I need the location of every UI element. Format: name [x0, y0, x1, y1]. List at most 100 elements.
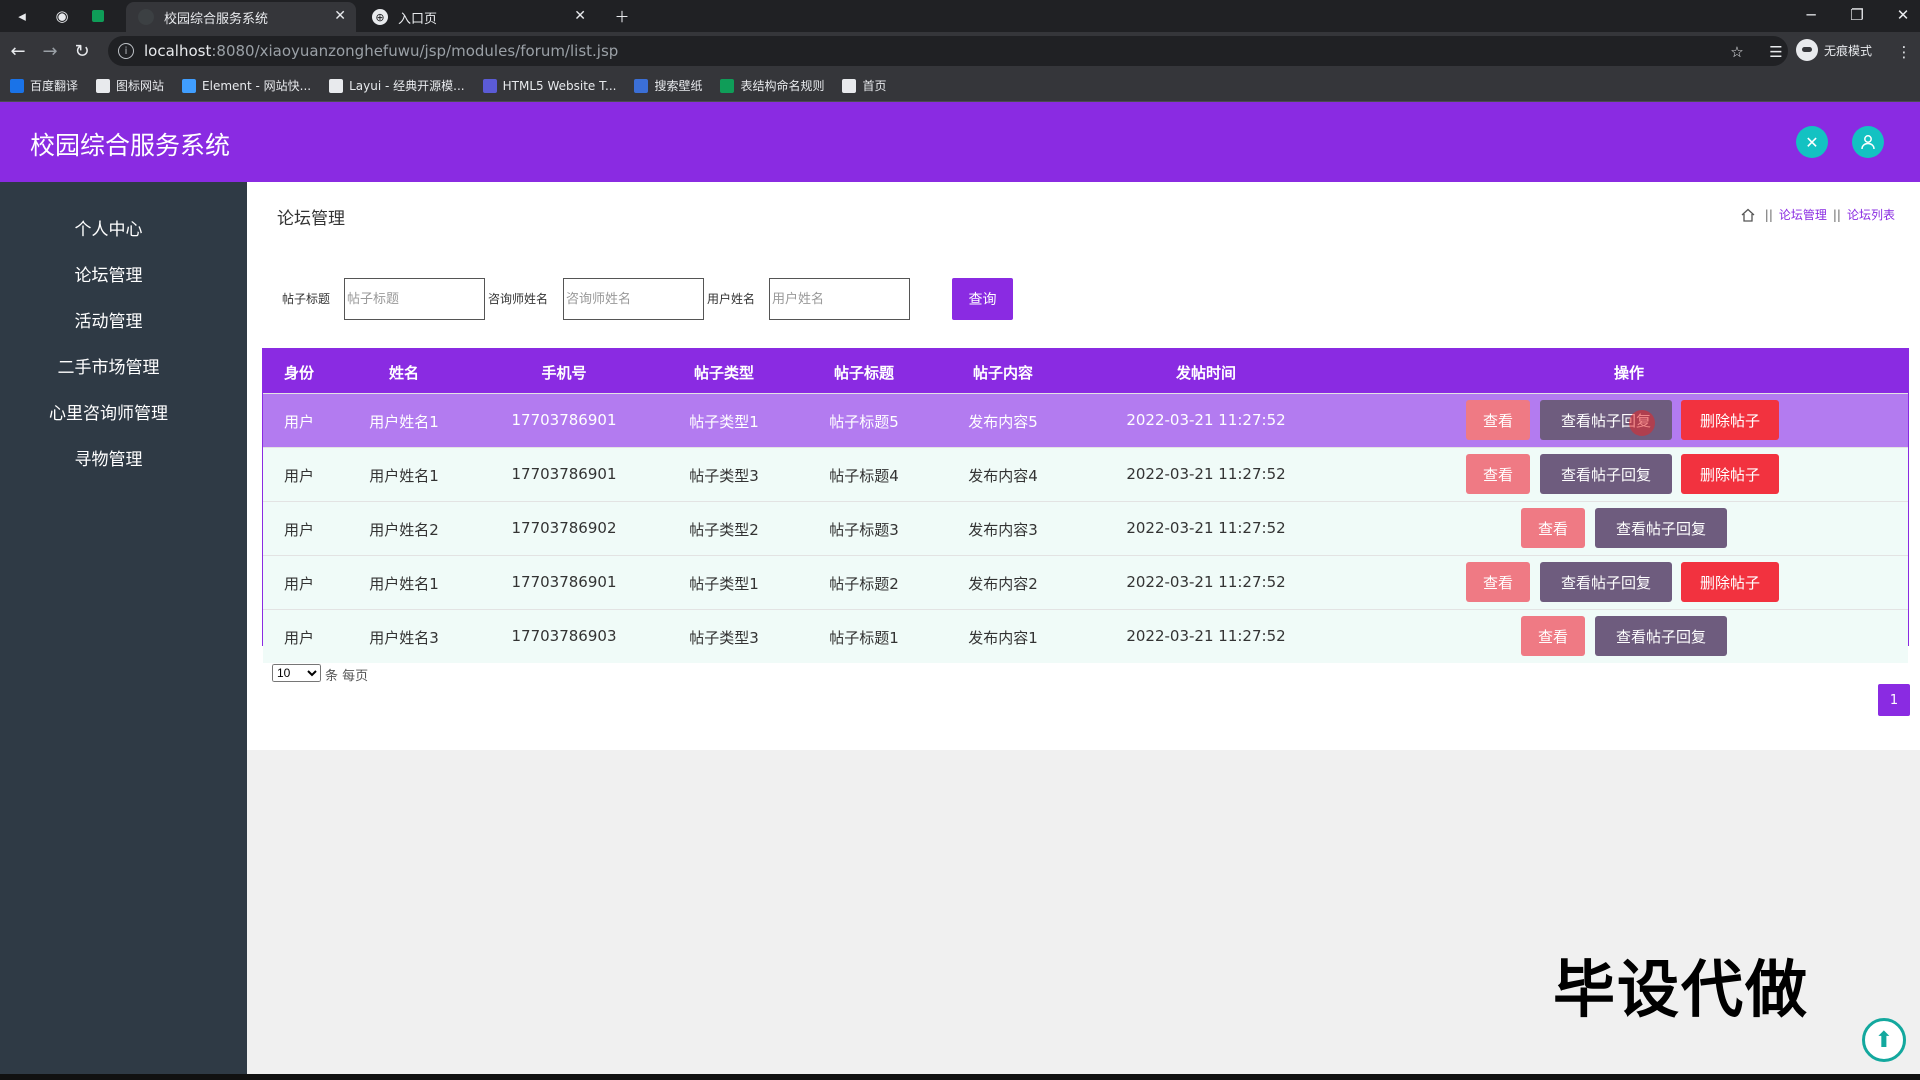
- more-menu-icon[interactable]: ⋮: [1893, 41, 1915, 63]
- address-bar[interactable]: i localhost:8080/xiaoyuanzonghefuwu/jsp/…: [108, 36, 1788, 66]
- minimize-icon[interactable]: ─: [1796, 4, 1826, 26]
- bookmark-item[interactable]: Element - 网站快...: [182, 77, 311, 94]
- delete-post-button[interactable]: 删除帖子: [1681, 454, 1779, 494]
- cell-name: 用户姓名2: [369, 521, 439, 539]
- breadcrumb-item-list[interactable]: 论坛列表: [1847, 206, 1895, 223]
- view-button[interactable]: 查看: [1466, 400, 1530, 440]
- reload-icon[interactable]: ↻: [70, 39, 94, 63]
- incognito-profile[interactable]: 无痕模式: [1796, 39, 1872, 61]
- bookmark-label: HTML5 Website T...: [502, 78, 617, 93]
- column-header: 姓名: [388, 364, 420, 382]
- app-header: 校园综合服务系统 ✕: [0, 102, 1920, 182]
- bookmark-label: 搜索壁纸: [654, 79, 703, 93]
- url-host: localhost: [144, 42, 212, 60]
- table-row[interactable]: 用户 用户姓名1 17703786901 帖子类型1 帖子标题5 发布内容5 2022-03…: [263, 393, 1908, 447]
- forward-icon[interactable]: →: [38, 39, 62, 63]
- globe-icon: ⊕: [372, 9, 388, 25]
- post-title-input[interactable]: [344, 278, 485, 320]
- pagination-current-page[interactable]: 1: [1878, 684, 1910, 716]
- content-background: [247, 750, 1920, 1080]
- new-tab-icon[interactable]: ＋: [610, 4, 634, 28]
- cell-title: 帖子标题2: [829, 575, 899, 593]
- column-header: 发帖时间: [1175, 364, 1237, 382]
- breadcrumb-separator: ||: [1832, 207, 1841, 222]
- cell-identity: 用户: [283, 413, 315, 431]
- user-name-input[interactable]: [769, 278, 910, 320]
- view-button[interactable]: 查看: [1521, 508, 1585, 548]
- bookmark-item[interactable]: 表结构命名规则: [720, 77, 824, 94]
- sidebar-item[interactable]: 活动管理: [0, 307, 217, 332]
- sheet-favicon-icon: [86, 4, 110, 28]
- bookmark-item[interactable]: 百度翻译: [10, 77, 78, 94]
- cell-name: 用户姓名1: [369, 413, 439, 431]
- search-label-user: 用户姓名: [707, 292, 756, 306]
- view-replies-button[interactable]: 查看帖子回复: [1540, 562, 1672, 602]
- back-to-top-icon[interactable]: ⬆: [1862, 1018, 1906, 1062]
- page-size-select[interactable]: 10: [272, 664, 321, 682]
- browser-tab[interactable]: ⊕ 入口页 ✕: [360, 2, 596, 32]
- counselor-name-input[interactable]: [563, 278, 704, 320]
- url-path: :8080/xiaoyuanzonghefuwu/jsp/modules/for…: [211, 42, 619, 60]
- sidebar-item[interactable]: 论坛管理: [0, 261, 217, 286]
- info-icon[interactable]: i: [118, 43, 134, 59]
- home-icon[interactable]: [1741, 208, 1755, 222]
- view-button[interactable]: 查看: [1521, 616, 1585, 656]
- close-window-icon[interactable]: ✕: [1888, 4, 1918, 26]
- close-tab-icon[interactable]: ✕: [334, 8, 346, 24]
- user-icon[interactable]: [1852, 126, 1884, 158]
- view-replies-button[interactable]: 查看帖子回复: [1595, 508, 1727, 548]
- table-row[interactable]: 用户 用户姓名2 17703786902 帖子类型2 帖子标题3 发布内容3 2022-03…: [263, 501, 1908, 555]
- bookmark-favicon-icon: [482, 78, 497, 93]
- sidebar-item[interactable]: 寻物管理: [0, 445, 217, 470]
- bookmark-label: 图标网站: [116, 79, 165, 93]
- cell-title: 帖子标题3: [829, 521, 899, 539]
- delete-post-button[interactable]: 删除帖子: [1681, 562, 1779, 602]
- sidebar-item[interactable]: 二手市场管理: [0, 353, 217, 378]
- column-header: 帖子内容: [972, 364, 1034, 382]
- bookmark-star-icon[interactable]: ☆: [1726, 41, 1748, 63]
- column-header: 手机号: [541, 364, 587, 382]
- delete-post-button[interactable]: 删除帖子: [1681, 400, 1779, 440]
- tab-search-icon[interactable]: ◂: [10, 4, 34, 28]
- cell-title: 帖子标题5: [829, 413, 899, 431]
- cell-time: 2022-03-21 11:27:52: [1126, 465, 1286, 483]
- bookmark-item[interactable]: 首页: [842, 77, 887, 94]
- table-row[interactable]: 用户 用户姓名1 17703786901 帖子类型1 帖子标题2 发布内容2 2022-03…: [263, 555, 1908, 609]
- back-icon[interactable]: ←: [6, 39, 30, 63]
- bookmark-favicon-icon: [720, 78, 735, 93]
- sidebar-item[interactable]: 心里咨询师管理: [0, 399, 217, 424]
- incognito-icon: [1796, 39, 1818, 61]
- table-header: 身份 姓名 手机号 帖子类型 帖子标题 帖子内容 发帖时间 操作: [263, 349, 1908, 393]
- sidebar: 个人中心论坛管理活动管理二手市场管理 心里咨询师管理 寻物管理: [0, 182, 247, 1080]
- sidebar-item[interactable]: 个人中心: [0, 215, 217, 240]
- search-label-title: 帖子标题: [282, 292, 331, 306]
- view-replies-button[interactable]: 查看帖子回复: [1595, 616, 1727, 656]
- search-button[interactable]: 查询: [952, 278, 1013, 320]
- restore-icon[interactable]: ❐: [1842, 4, 1872, 26]
- breadcrumb-separator: ||: [1764, 207, 1773, 222]
- bookmark-item[interactable]: 图标网站: [96, 77, 164, 94]
- forum-table: 身份 姓名 手机号 帖子类型 帖子标题 帖子内容 发帖时间 操作 用户 用户姓名1 1770378…: [262, 348, 1909, 663]
- column-header: 帖子标题: [833, 364, 895, 382]
- bookmark-item[interactable]: HTML5 Website T...: [482, 78, 617, 93]
- bookmark-label: 百度翻译: [30, 79, 79, 93]
- bookmark-item[interactable]: Layui - 经典开源模...: [329, 77, 465, 94]
- breadcrumb-item-forum[interactable]: 论坛管理: [1779, 206, 1827, 223]
- cell-type: 帖子类型3: [689, 467, 759, 485]
- reading-list-icon[interactable]: ☰: [1765, 41, 1787, 63]
- bookmark-label: Layui - 经典开源模...: [349, 79, 465, 93]
- bookmark-item[interactable]: 搜索壁纸: [634, 77, 702, 94]
- table-row[interactable]: 用户 用户姓名1 17703786901 帖子类型3 帖子标题4 发布内容4 2022-03…: [263, 447, 1908, 501]
- cell-identity: 用户: [283, 467, 315, 485]
- app-title: 校园综合服务系统: [30, 131, 231, 160]
- fullscreen-icon[interactable]: ✕: [1796, 126, 1828, 158]
- bookmarks-bar: 百度翻译 图标网站 Element - 网站快... Layui - 经典开源模...…: [0, 70, 1920, 102]
- view-button[interactable]: 查看: [1466, 454, 1530, 494]
- view-button[interactable]: 查看: [1466, 562, 1530, 602]
- cell-name: 用户姓名3: [369, 629, 439, 647]
- cell-content: 发布内容3: [968, 521, 1038, 539]
- close-tab-icon[interactable]: ✕: [574, 8, 586, 24]
- browser-tab-active[interactable]: 校园综合服务系统 ✕: [126, 2, 356, 32]
- view-replies-button[interactable]: 查看帖子回复: [1540, 454, 1672, 494]
- table-row[interactable]: 用户 用户姓名3 17703786903 帖子类型3 帖子标题1 发布内容1 2022-03…: [263, 609, 1908, 663]
